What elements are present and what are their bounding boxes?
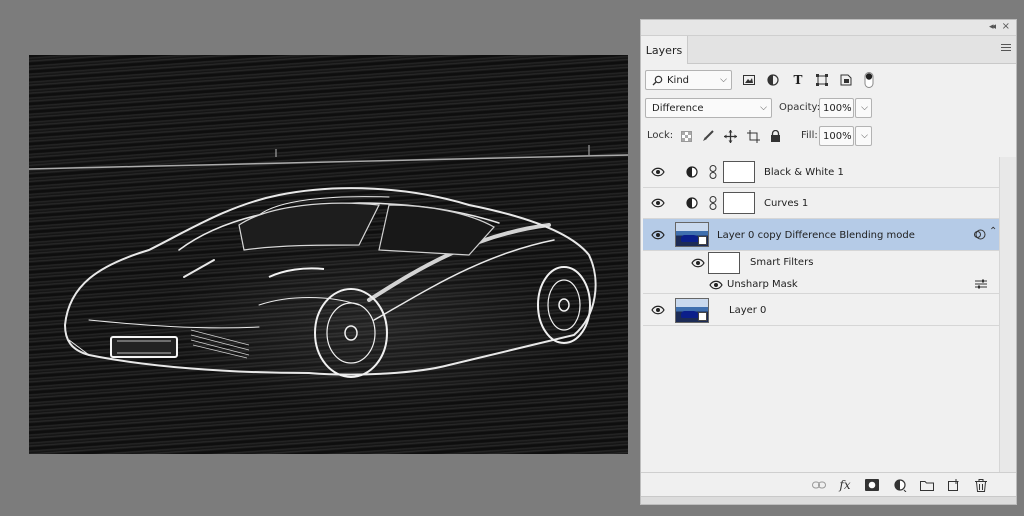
close-panel-icon[interactable]: × bbox=[1002, 21, 1010, 32]
layer-name: Layer 0 bbox=[729, 305, 767, 316]
filter-toggle-icon[interactable] bbox=[861, 72, 877, 88]
smart-object-badge-icon bbox=[698, 312, 707, 321]
layer-row[interactable]: Black & White 1 bbox=[643, 157, 999, 188]
layer-thumbnail[interactable] bbox=[675, 298, 709, 323]
new-adjustment-icon[interactable] bbox=[893, 478, 907, 492]
chevron-down-icon: ⌵ bbox=[760, 103, 767, 113]
blend-mode-select[interactable]: Difference ⌵ bbox=[645, 98, 772, 118]
lock-all-icon[interactable] bbox=[767, 128, 783, 144]
search-icon bbox=[652, 75, 663, 85]
panel-bottom-bar bbox=[641, 496, 1016, 504]
fill-label: Fill: bbox=[801, 130, 818, 141]
opacity-dropdown-button[interactable]: ⌵ bbox=[855, 98, 872, 118]
delete-layer-icon[interactable] bbox=[974, 478, 988, 492]
layer-list-scrollbar[interactable] bbox=[999, 157, 1016, 472]
filter-blending-options-icon[interactable] bbox=[975, 279, 987, 289]
chevron-down-icon: ⌵ bbox=[861, 103, 868, 113]
lock-row: Lock: Fill: 100% ⌵ bbox=[641, 126, 1016, 146]
layer-name: Curves 1 bbox=[764, 198, 809, 209]
add-mask-icon[interactable] bbox=[865, 478, 879, 492]
new-layer-icon[interactable] bbox=[947, 478, 961, 492]
blend-mode-value: Difference bbox=[652, 102, 704, 114]
chain-link-icon[interactable] bbox=[709, 165, 717, 179]
adjustment-layer-icon bbox=[686, 166, 698, 178]
lock-position-icon[interactable] bbox=[722, 128, 738, 144]
layer-mask-thumbnail[interactable] bbox=[723, 161, 755, 183]
layer-name: Unsharp Mask bbox=[727, 279, 798, 290]
visibility-eye-icon[interactable] bbox=[651, 167, 665, 177]
chevron-down-icon: ⌵ bbox=[720, 75, 727, 85]
kind-filter-label: Kind bbox=[667, 74, 690, 86]
lock-transparent-icon[interactable] bbox=[678, 128, 694, 144]
chevron-down-icon: ⌵ bbox=[861, 131, 868, 141]
visibility-eye-icon[interactable] bbox=[651, 198, 665, 208]
smart-filters-row[interactable]: Smart Filters bbox=[643, 251, 999, 275]
opacity-label: Opacity: bbox=[779, 102, 821, 113]
panel-menu-icon[interactable] bbox=[1001, 44, 1011, 54]
layer-name: Black & White 1 bbox=[764, 167, 844, 178]
smart-object-filter-icon[interactable] bbox=[838, 72, 854, 88]
smart-filter-indicator-icon[interactable] bbox=[973, 229, 986, 240]
car-image bbox=[29, 145, 628, 378]
new-group-icon[interactable] bbox=[920, 478, 934, 492]
shape-filter-icon[interactable] bbox=[814, 72, 830, 88]
visibility-eye-icon[interactable] bbox=[651, 230, 665, 240]
fill-input[interactable]: 100% bbox=[819, 126, 854, 146]
lock-label: Lock: bbox=[647, 130, 674, 141]
lock-artboard-icon[interactable] bbox=[745, 128, 761, 144]
layer-mask-thumbnail[interactable] bbox=[723, 192, 755, 214]
panel-tab-bar: Layers bbox=[641, 36, 1016, 64]
filter-row[interactable]: Unsharp Mask bbox=[643, 275, 999, 294]
fill-dropdown-button[interactable]: ⌵ bbox=[855, 126, 872, 146]
kind-filter-select[interactable]: Kind ⌵ bbox=[645, 70, 732, 90]
layer-list: Black & White 1 Curves 1 Layer 0 copy Di… bbox=[643, 157, 999, 472]
adjustment-filter-icon[interactable] bbox=[765, 72, 781, 88]
lock-paint-icon[interactable] bbox=[700, 128, 716, 144]
visibility-eye-icon[interactable] bbox=[691, 258, 705, 268]
chain-link-icon[interactable] bbox=[709, 196, 717, 210]
link-layers-icon[interactable] bbox=[812, 478, 826, 492]
tab-layers[interactable]: Layers bbox=[641, 36, 688, 64]
layer-row-selected[interactable]: Layer 0 copy Difference Blending mode ⌃ bbox=[643, 219, 999, 251]
document-canvas[interactable] bbox=[29, 55, 628, 454]
collapse-panel-icon[interactable]: ◂◂ bbox=[989, 22, 996, 32]
layers-panel: ◂◂ × Layers Kind ⌵ T Difference ⌵ Opacit… bbox=[640, 19, 1017, 505]
blend-row: Difference ⌵ Opacity: 100% ⌵ bbox=[641, 98, 1016, 118]
adjustment-layer-icon bbox=[686, 197, 698, 209]
opacity-input[interactable]: 100% bbox=[819, 98, 854, 118]
layer-thumbnail[interactable] bbox=[675, 222, 709, 247]
filter-mask-thumbnail[interactable] bbox=[708, 252, 740, 274]
visibility-eye-icon[interactable] bbox=[709, 280, 723, 290]
layer-row[interactable]: Curves 1 bbox=[643, 188, 999, 219]
chevron-up-icon[interactable]: ⌃ bbox=[989, 226, 997, 237]
panel-title-bar[interactable]: ◂◂ × bbox=[641, 20, 1016, 36]
type-filter-icon[interactable]: T bbox=[790, 72, 806, 88]
layer-name: Smart Filters bbox=[750, 257, 814, 268]
layer-name: Layer 0 copy Difference Blending mode bbox=[717, 230, 915, 241]
smart-object-badge-icon bbox=[698, 236, 707, 245]
fx-icon[interactable]: fx bbox=[838, 478, 852, 492]
visibility-eye-icon[interactable] bbox=[651, 305, 665, 315]
panel-footer: fx bbox=[641, 472, 1016, 496]
image-filter-icon[interactable] bbox=[741, 72, 757, 88]
layer-row[interactable]: Layer 0 bbox=[643, 294, 999, 326]
filter-row: Kind ⌵ T bbox=[641, 70, 1016, 90]
